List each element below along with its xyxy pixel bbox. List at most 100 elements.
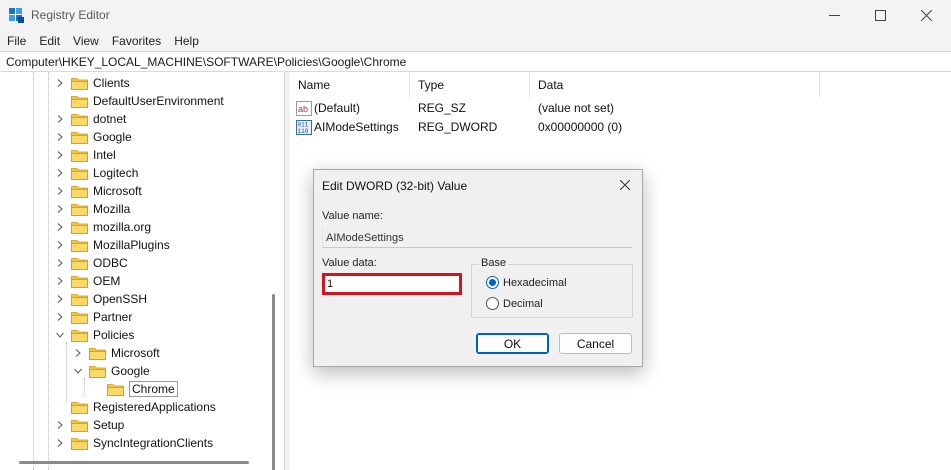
chevron-right-icon[interactable] <box>54 254 66 272</box>
folder-icon <box>71 95 88 108</box>
tree-item[interactable]: MozillaPlugins <box>54 236 170 254</box>
menu-help[interactable]: Help <box>174 34 199 48</box>
menu-edit[interactable]: Edit <box>39 34 60 48</box>
chevron-right-icon[interactable] <box>54 218 66 236</box>
dialog-close-button[interactable] <box>614 174 636 196</box>
cancel-button[interactable]: Cancel <box>559 333 632 354</box>
minimize-button[interactable] <box>811 0 857 31</box>
chevron-down-icon[interactable] <box>54 326 66 344</box>
tree-item[interactable]: Google <box>72 362 150 380</box>
chevron-right-icon[interactable] <box>54 236 66 254</box>
ok-button[interactable]: OK <box>476 333 549 354</box>
tree-guide-line <box>66 342 67 402</box>
tree-item[interactable]: ODBC <box>54 254 128 272</box>
tree-item[interactable]: Intel <box>54 146 116 164</box>
tree-item[interactable]: Policies <box>54 326 134 344</box>
tree-item-label: Microsoft <box>111 346 160 360</box>
svg-text:ab: ab <box>298 104 308 114</box>
edit-dword-dialog: Edit DWORD (32-bit) Value Value name: AI… <box>313 169 643 367</box>
tree-item[interactable]: DefaultUserEnvironment <box>54 92 224 110</box>
tree-item-label: ODBC <box>93 256 128 270</box>
tree-guide-line <box>48 72 49 470</box>
value-data-label: Value data: <box>322 257 377 269</box>
menu-favorites[interactable]: Favorites <box>112 34 161 48</box>
tree-item[interactable]: Clients <box>54 74 130 92</box>
column-header-name[interactable]: Name <box>290 72 410 98</box>
chevron-right-icon[interactable] <box>54 290 66 308</box>
folder-icon <box>71 257 88 270</box>
tree-item[interactable]: Mozilla <box>54 200 130 218</box>
tree-guide-line <box>33 72 34 470</box>
tree-item-label: Partner <box>93 310 133 324</box>
base-label: Base <box>479 257 509 269</box>
chevron-right-icon[interactable] <box>54 182 66 200</box>
tree-item[interactable]: Google <box>54 128 132 146</box>
tree-item[interactable]: Partner <box>54 308 132 326</box>
tree-item[interactable]: mozilla.org <box>54 218 151 236</box>
value-data: 0x00000000 (0) <box>538 120 623 134</box>
chevron-right-icon[interactable] <box>54 110 66 128</box>
hexadecimal-radio[interactable]: Hexadecimal <box>486 276 567 289</box>
folder-icon <box>71 419 88 432</box>
close-icon <box>920 10 932 21</box>
tree-item-label: Setup <box>93 418 125 432</box>
value-name-label: Value name: <box>322 210 383 222</box>
folder-icon <box>71 167 88 180</box>
tree-item[interactable]: Setup <box>54 416 124 434</box>
tree-item-label: OEM <box>93 274 121 288</box>
folder-icon <box>71 221 88 234</box>
value-data: (value not set) <box>538 101 615 115</box>
tree-horizontal-scrollbar[interactable] <box>19 461 249 464</box>
folder-icon <box>71 401 88 414</box>
tree-vertical-scrollbar[interactable] <box>272 294 275 470</box>
chevron-right-icon[interactable] <box>54 164 66 182</box>
chevron-right-icon[interactable] <box>54 434 66 452</box>
value-name: AIModeSettings <box>314 120 399 134</box>
binary-value-icon: 011 110 <box>296 119 312 135</box>
chevron-right-icon[interactable] <box>54 74 66 92</box>
radio-unselected-icon <box>486 297 499 310</box>
folder-icon <box>71 293 88 306</box>
tree-item[interactable]: Logitech <box>54 164 138 182</box>
menu-file[interactable]: File <box>7 34 26 48</box>
chevron-right-icon[interactable] <box>54 416 66 434</box>
base-group: Base Hexadecimal Decimal <box>471 257 633 318</box>
menu-view[interactable]: View <box>73 34 99 48</box>
tree-item[interactable]: SyncIntegrationClients <box>54 434 213 452</box>
tree-item-label: Chrome <box>129 381 178 397</box>
value-data-input[interactable] <box>322 273 462 295</box>
key-tree-pane[interactable]: Clients DefaultUserEnvironment dotnet Googl… <box>0 72 285 470</box>
value-row[interactable]: 011 110 AIModeSettings REG_DWORD 0x00000… <box>290 117 951 137</box>
chevron-right-icon[interactable] <box>54 146 66 164</box>
maximize-button[interactable] <box>857 0 903 31</box>
chevron-right-icon[interactable] <box>72 344 84 362</box>
tree-item[interactable]: OpenSSH <box>54 290 147 308</box>
chevron-right-icon[interactable] <box>54 308 66 326</box>
folder-icon <box>71 113 88 126</box>
value-row[interactable]: ab (Default) REG_SZ (value not set) <box>290 98 951 118</box>
folder-icon <box>89 365 106 378</box>
tree-item[interactable]: RegisteredApplications <box>54 398 216 416</box>
decimal-radio[interactable]: Decimal <box>486 297 543 310</box>
tree-item-label: Microsoft <box>93 184 142 198</box>
chevron-right-icon[interactable] <box>54 272 66 290</box>
tree-item[interactable]: OEM <box>54 272 120 290</box>
folder-icon <box>71 329 88 342</box>
folder-icon <box>71 203 88 216</box>
chevron-down-icon[interactable] <box>72 362 84 380</box>
tree-item-label: Policies <box>93 328 135 342</box>
tree-item[interactable]: Microsoft <box>54 182 142 200</box>
tree-item[interactable]: Chrome <box>90 380 178 398</box>
folder-icon <box>71 239 88 252</box>
tree-item-label: Google <box>93 130 132 144</box>
tree-item-label: mozilla.org <box>93 220 152 234</box>
tree-item[interactable]: Microsoft <box>72 344 160 362</box>
column-header-type[interactable]: Type <box>410 72 530 98</box>
address-bar[interactable]: Computer\HKEY_LOCAL_MACHINE\SOFTWARE\Pol… <box>0 51 951 72</box>
chevron-right-icon[interactable] <box>54 200 66 218</box>
tree-item[interactable]: dotnet <box>54 110 126 128</box>
tree-item-label: OpenSSH <box>93 292 148 306</box>
column-header-data[interactable]: Data <box>530 72 820 98</box>
chevron-right-icon[interactable] <box>54 128 66 146</box>
close-button[interactable] <box>903 0 949 31</box>
